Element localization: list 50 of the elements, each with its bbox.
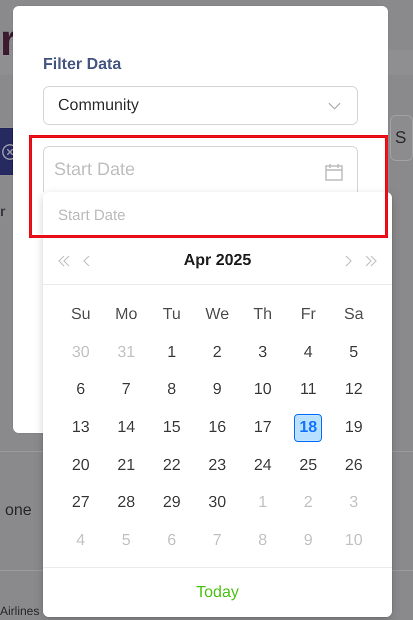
calendar-day[interactable]: 19 <box>340 414 368 442</box>
calendar-day[interactable]: 23 <box>203 452 232 480</box>
calendar-day[interactable]: 8 <box>158 376 186 404</box>
calendar-day[interactable]: 29 <box>158 489 186 518</box>
weekday-label: We <box>204 304 230 325</box>
modal-title: Filter Data <box>43 56 122 75</box>
calendar-day[interactable]: 10 <box>248 376 277 404</box>
calendar-day[interactable]: 11 <box>294 376 322 404</box>
table-cell: one <box>5 502 32 520</box>
weekday-label: Mo <box>114 304 138 325</box>
month-label[interactable]: Apr 2025 <box>184 252 252 270</box>
calendar-day[interactable]: 15 <box>158 414 186 442</box>
calendar-day[interactable]: 12 <box>340 376 368 404</box>
calendar-day[interactable]: 24 <box>248 452 277 480</box>
search-button[interactable]: S <box>390 115 413 161</box>
calendar-day[interactable]: 14 <box>112 414 140 442</box>
calendar-day[interactable]: 5 <box>340 338 368 367</box>
double-chevron-left-icon[interactable] <box>57 255 71 267</box>
calendar-day[interactable]: 4 <box>294 338 322 367</box>
chevron-left-icon[interactable] <box>83 255 91 267</box>
weekday-label: Fr <box>300 304 317 325</box>
chevron-right-icon[interactable] <box>344 255 352 267</box>
double-chevron-right-icon[interactable] <box>364 255 378 267</box>
calendar-day[interactable]: 16 <box>203 414 232 442</box>
calendar-day[interactable]: 21 <box>112 452 140 480</box>
weekday-label: Su <box>70 304 92 325</box>
calendar-day[interactable]: 26 <box>340 452 368 480</box>
community-select[interactable]: Community <box>43 86 358 125</box>
calendar-day[interactable]: 25 <box>294 452 322 480</box>
calendar-day[interactable]: 22 <box>158 452 186 480</box>
calendar-day[interactable]: 17 <box>248 414 277 442</box>
calendar-day[interactable]: 7 <box>112 376 140 404</box>
calendar-icon <box>324 162 344 182</box>
calendar-day[interactable]: 9 <box>203 376 232 404</box>
calendar-day[interactable]: 27 <box>66 489 95 518</box>
weekday-label: Th <box>252 304 274 325</box>
calendar-day[interactable]: 20 <box>66 452 95 480</box>
page-text: r <box>0 203 6 219</box>
calendar-day[interactable]: 2 <box>203 338 232 367</box>
calendar-day[interactable]: 6 <box>66 376 95 404</box>
calendar-day[interactable]: 1 <box>158 338 186 367</box>
weekday-label: Sa <box>342 304 365 325</box>
start-date-field[interactable]: Start Date <box>43 146 358 192</box>
calendar-day[interactable]: 3 <box>248 338 277 367</box>
calendar-day[interactable]: 13 <box>66 414 95 442</box>
calendar-day[interactable]: 28 <box>112 489 140 518</box>
calendar-day[interactable]: 30 <box>203 489 232 518</box>
chevron-down-icon <box>328 102 341 110</box>
table-cell: Airlines <box>0 603 40 619</box>
weekday-label: Tu <box>162 304 182 325</box>
